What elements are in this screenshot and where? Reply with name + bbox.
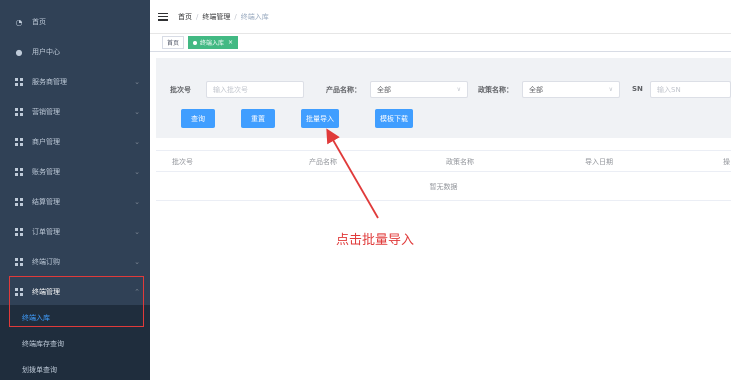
sidebar-item-orders[interactable]: 订单管理 ⌄ xyxy=(0,217,150,247)
column-header: 导入日期 xyxy=(585,158,613,166)
sidebar-item-label: 营销管理 xyxy=(32,108,60,116)
user-icon: ● xyxy=(15,47,23,57)
grid-icon xyxy=(14,197,24,207)
chevron-down-icon: ⌄ xyxy=(134,138,140,146)
sidebar-item-terminal-order[interactable]: 终端订购 ⌄ xyxy=(0,247,150,277)
sidebar-item-label: 商户管理 xyxy=(32,138,60,146)
breadcrumb-parent: 终端管理 xyxy=(202,12,231,21)
breadcrumb-home[interactable]: 首页 xyxy=(178,13,192,21)
sidebar-item-label: 结算管理 xyxy=(32,198,60,206)
grid-icon xyxy=(14,167,24,177)
product-select[interactable]: 全部 ∨ xyxy=(370,81,468,98)
chevron-down-icon: ⌄ xyxy=(134,258,140,266)
sidebar-item-label: 订单管理 xyxy=(32,228,60,236)
sidebar-item-label: 账务管理 xyxy=(32,168,60,176)
column-header: 操 xyxy=(723,158,730,166)
active-dot-icon xyxy=(193,40,198,45)
table-empty-row: 暂无数据 xyxy=(156,173,731,201)
tags-view: 首页 终端入库 × xyxy=(150,34,731,52)
highlight-box xyxy=(9,276,144,327)
submenu-item-label: 划拨单查询 xyxy=(22,366,57,374)
sidebar-item-label: 服务商管理 xyxy=(32,78,67,86)
sidebar-item-accounting[interactable]: 账务管理 ⌄ xyxy=(0,157,150,187)
batch-import-button[interactable]: 批量导入 xyxy=(301,109,339,128)
chevron-down-icon: ⌄ xyxy=(134,168,140,176)
hamburger-icon[interactable] xyxy=(158,12,168,21)
sidebar-item-home[interactable]: ◔ 首页 xyxy=(0,7,150,37)
sidebar-item-merchant[interactable]: 商户管理 ⌄ xyxy=(0,127,150,157)
chevron-down-icon: ⌄ xyxy=(134,228,140,236)
column-header: 批次号 xyxy=(172,158,193,166)
annotation-text: 点击批量导入 xyxy=(336,233,415,248)
product-select-value: 全部 xyxy=(377,85,391,94)
policy-select-value: 全部 xyxy=(529,85,543,94)
navbar: 首页 / 终端管理 / 终端入库 xyxy=(150,0,731,34)
sn-input[interactable] xyxy=(650,81,731,98)
batch-label: 批次号 xyxy=(170,86,191,94)
batch-input[interactable] xyxy=(206,81,304,98)
sidebar-item-user-center[interactable]: ● 用户中心 xyxy=(0,37,150,67)
breadcrumb: 首页 / 终端管理 / 终端入库 xyxy=(178,12,269,21)
policy-select[interactable]: 全部 ∨ xyxy=(522,81,620,98)
grid-icon xyxy=(14,257,24,267)
sn-label: SN xyxy=(632,85,643,93)
submenu-item-transfer-query[interactable]: 划拨单查询 xyxy=(0,357,150,380)
grid-icon xyxy=(14,227,24,237)
sidebar-item-label: 用户中心 xyxy=(32,48,60,56)
chevron-down-icon: ⌄ xyxy=(134,198,140,206)
query-button[interactable]: 查询 xyxy=(181,109,215,128)
submenu-item-terminal-stock[interactable]: 终端库存查询 xyxy=(0,331,150,357)
template-download-button[interactable]: 模板下载 xyxy=(375,109,413,128)
sidebar-item-settlement[interactable]: 结算管理 ⌄ xyxy=(0,187,150,217)
breadcrumb-current: 终端入库 xyxy=(240,12,269,21)
main-content: 批次号 产品名称： 全部 ∨ 政策名称： 全部 ∨ SN 查询 重置 批量导入 … xyxy=(150,52,731,380)
submenu-item-label: 终端库存查询 xyxy=(22,340,64,348)
grid-icon xyxy=(14,107,24,117)
dashboard-icon: ◔ xyxy=(15,17,23,27)
sidebar: ◔ 首页 ● 用户中心 服务商管理 ⌄ 营销管理 ⌄ 商户管理 ⌄ 账务管理 ⌄… xyxy=(0,0,150,380)
chevron-down-icon: ∨ xyxy=(456,86,461,93)
sidebar-item-provider[interactable]: 服务商管理 ⌄ xyxy=(0,67,150,97)
close-icon[interactable]: × xyxy=(228,39,233,46)
product-label: 产品名称： xyxy=(326,86,361,94)
table-header: 批次号 产品名称 政策名称 导入日期 操 xyxy=(156,150,731,172)
tag-label: 首页 xyxy=(167,40,180,47)
grid-icon xyxy=(14,77,24,87)
tag-home[interactable]: 首页 xyxy=(162,36,185,49)
grid-icon xyxy=(14,137,24,147)
policy-label: 政策名称： xyxy=(478,86,513,94)
search-panel: 批次号 产品名称： 全部 ∨ 政策名称： 全部 ∨ SN 查询 重置 批量导入 … xyxy=(156,58,731,138)
column-header: 产品名称 xyxy=(309,158,337,166)
column-header: 政策名称 xyxy=(446,158,474,166)
sidebar-item-label: 首页 xyxy=(32,18,46,26)
chevron-down-icon: ⌄ xyxy=(134,108,140,116)
tag-label: 终端入库 xyxy=(200,40,225,47)
chevron-down-icon: ∨ xyxy=(608,86,613,93)
sidebar-item-marketing[interactable]: 营销管理 ⌄ xyxy=(0,97,150,127)
tag-terminal-inbound[interactable]: 终端入库 × xyxy=(188,36,239,49)
reset-button[interactable]: 重置 xyxy=(241,109,275,128)
sidebar-item-label: 终端订购 xyxy=(32,258,60,266)
chevron-down-icon: ⌄ xyxy=(134,78,140,86)
